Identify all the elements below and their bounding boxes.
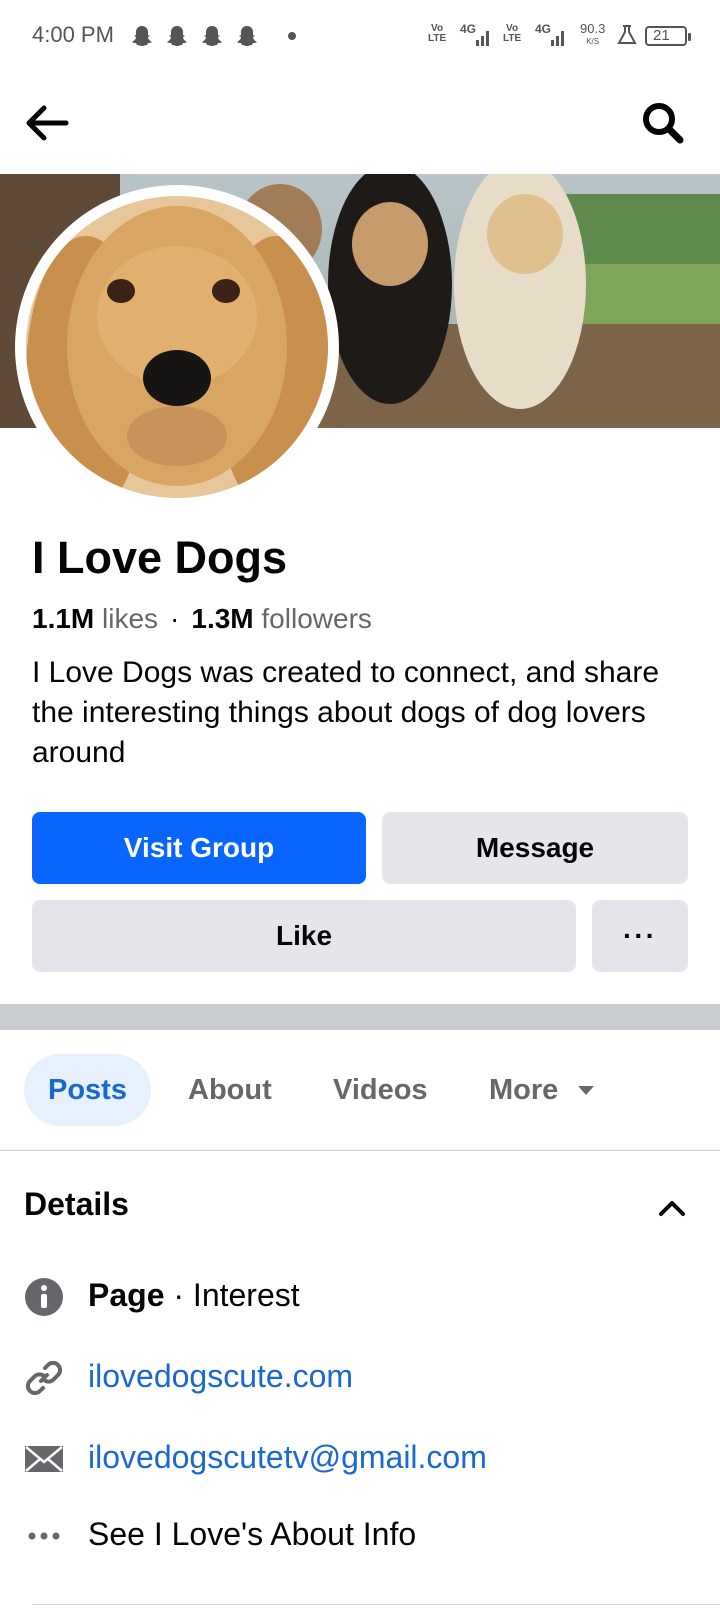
- tab-about[interactable]: About: [188, 1054, 272, 1126]
- signal-icon: [551, 31, 564, 46]
- search-icon: [643, 103, 684, 144]
- signal-icon: [476, 31, 489, 46]
- detail-category: Page · Interest: [88, 1277, 300, 1313]
- snapchat-icon: [237, 26, 257, 46]
- tab-videos[interactable]: Videos: [333, 1054, 428, 1126]
- status-time: 4:00 PM: [32, 22, 114, 47]
- status-bar: 4:00 PM Vo LTE 4G Vo LTE 4G 90.3 K/S 21: [0, 0, 720, 72]
- tab-posts[interactable]: Posts: [24, 1054, 151, 1126]
- see-about-info-link[interactable]: See I Love's About Info: [88, 1516, 416, 1553]
- tabs-divider: [0, 1150, 720, 1151]
- more-notifications-dot: [288, 32, 296, 40]
- followers-count: 1.3M: [191, 603, 254, 634]
- snapchat-icon: [132, 26, 152, 46]
- network-type-2: 4G: [535, 22, 552, 36]
- followers-label: followers: [261, 603, 372, 634]
- email-link[interactable]: ilovedogscutetv@gmail.com: [88, 1439, 487, 1476]
- more-options-button[interactable]: ···: [592, 900, 688, 972]
- stats-separator: ·: [170, 603, 180, 634]
- tab-more[interactable]: More: [489, 1054, 598, 1126]
- message-button[interactable]: Message: [382, 812, 688, 884]
- tab-more-label: More: [489, 1073, 559, 1106]
- chevron-up-icon[interactable]: [654, 1190, 690, 1226]
- likes-count: 1.1M: [32, 603, 95, 634]
- volte-label-1: Vo LTE: [428, 23, 447, 44]
- page-bio: I Love Dogs was created to connect, and …: [32, 656, 660, 769]
- section-divider: [0, 1004, 720, 1030]
- volte-label-2: Vo LTE: [503, 23, 522, 44]
- snapchat-icon: [167, 26, 187, 46]
- like-button[interactable]: Like: [32, 900, 576, 972]
- page-title: I Love Dogs: [32, 532, 288, 583]
- snapchat-icon: [202, 26, 222, 46]
- details-heading: Details: [24, 1186, 129, 1222]
- mail-icon: [25, 1446, 63, 1472]
- website-link[interactable]: ilovedogscute.com: [88, 1358, 353, 1395]
- likes-label: likes: [102, 603, 159, 634]
- link-icon: [25, 1360, 63, 1396]
- ellipsis-icon: [28, 1532, 60, 1540]
- back-button[interactable]: [22, 98, 72, 148]
- flask-icon: [617, 25, 637, 44]
- battery-indicator: 21: [645, 26, 691, 46]
- arrow-left-icon: [26, 105, 69, 141]
- page-stats: 1.1M likes · 1.3M followers: [32, 603, 372, 635]
- details-bottom-divider: [32, 1604, 720, 1605]
- profile-picture[interactable]: [26, 196, 328, 498]
- visit-group-button[interactable]: Visit Group: [32, 812, 366, 884]
- network-speed: 90.3 K/S: [580, 21, 606, 46]
- caret-down-icon: [578, 1086, 595, 1095]
- network-type-1: 4G: [460, 22, 477, 36]
- info-icon: [25, 1278, 63, 1316]
- search-button[interactable]: [638, 98, 688, 148]
